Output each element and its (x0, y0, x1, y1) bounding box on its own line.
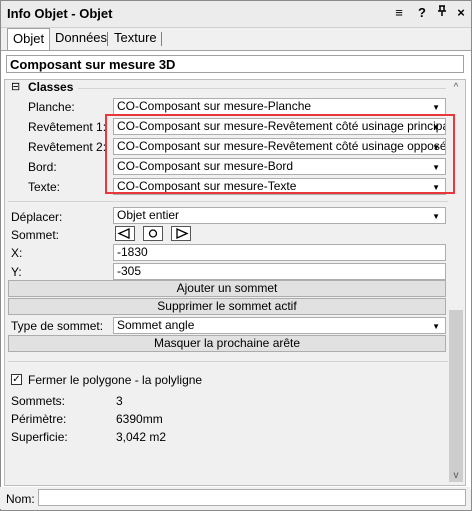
scroll-down-icon[interactable]: v (451, 470, 461, 481)
tab-divider (161, 32, 162, 46)
add-vertex-button[interactable]: Ajouter un sommet (8, 280, 446, 297)
stat-label-sommets: Sommets: (11, 394, 66, 408)
hide-next-edge-button[interactable]: Masquer la prochaine arête (8, 335, 446, 352)
tab-divider (107, 32, 108, 46)
chevron-down-icon: ▼ (432, 103, 440, 112)
next-vertex-button[interactable] (171, 226, 191, 241)
object-type-title: Composant sur mesure 3D (6, 55, 464, 73)
stat-label-perimetre: Périmètre: (11, 412, 67, 426)
y-label: Y: (11, 265, 22, 279)
tab-texture[interactable]: Texture (109, 28, 162, 49)
name-bar: Nom: (0, 487, 470, 509)
window-title: Info Objet - Objet (7, 6, 113, 21)
scroll-up-icon[interactable]: ^ (451, 82, 461, 93)
sommet-label: Sommet: (11, 228, 60, 242)
class-label-revetement-2: Revêtement 2: (28, 140, 107, 154)
class-label-bord: Bord: (28, 160, 57, 174)
scrollbar-thumb[interactable] (449, 310, 463, 482)
close-polygon-label: Fermer le polygone - la polyligne (28, 373, 203, 387)
previous-vertex-button[interactable] (115, 226, 135, 241)
x-input[interactable]: -1830 (113, 244, 446, 261)
checkmark-icon: ✓ (12, 374, 21, 385)
vertex-type-label: Type de sommet: (11, 319, 104, 333)
x-label: X: (11, 246, 23, 260)
circle-icon (148, 229, 158, 238)
triangle-left-icon (117, 227, 130, 240)
section-divider (8, 201, 448, 202)
tab-objet[interactable]: Objet (7, 28, 51, 51)
deplacer-label: Déplacer: (11, 210, 63, 224)
classes-highlight-box (105, 114, 455, 194)
section-divider (8, 361, 448, 362)
classes-header-rule (78, 88, 446, 89)
class-label-texte: Texte: (28, 180, 61, 194)
y-input[interactable]: -305 (113, 263, 446, 280)
tab-bar: Objet Données Texture (1, 28, 471, 51)
triangle-right-icon (176, 227, 189, 240)
current-vertex-button[interactable] (143, 226, 163, 241)
class-select-planche[interactable]: CO-Composant sur mesure-Planche ▼ (113, 98, 446, 115)
stat-value-sommets: 3 (116, 394, 123, 408)
menu-icon[interactable]: ≡ (391, 5, 407, 20)
stat-label-superficie: Superficie: (11, 430, 68, 444)
tab-donnees[interactable]: Données (50, 28, 112, 49)
pin-icon[interactable] (434, 5, 450, 20)
stat-value-superficie: 3,042 m2 (116, 430, 167, 444)
stat-value-perimetre: 6390mm (116, 412, 163, 426)
close-icon[interactable]: × (453, 5, 469, 20)
help-icon[interactable]: ? (414, 5, 430, 20)
title-bar[interactable]: Info Objet - Objet ≡ ? × (1, 1, 471, 28)
delete-vertex-button[interactable]: Supprimer le sommet actif (8, 298, 446, 315)
close-polygon-checkbox[interactable]: ✓ (11, 374, 22, 385)
collapse-icon[interactable]: ⊟ (11, 80, 20, 93)
class-label-planche: Planche: (28, 100, 75, 114)
chevron-down-icon: ▼ (432, 212, 440, 221)
chevron-down-icon: ▼ (432, 322, 440, 331)
deplacer-select[interactable]: Objet entier ▼ (113, 207, 446, 224)
class-label-revetement-1: Revêtement 1: (28, 120, 107, 134)
name-label: Nom: (6, 492, 35, 506)
name-input[interactable] (38, 489, 466, 506)
vertex-type-select[interactable]: Sommet angle ▼ (113, 317, 446, 334)
classes-header: Classes (28, 80, 74, 94)
